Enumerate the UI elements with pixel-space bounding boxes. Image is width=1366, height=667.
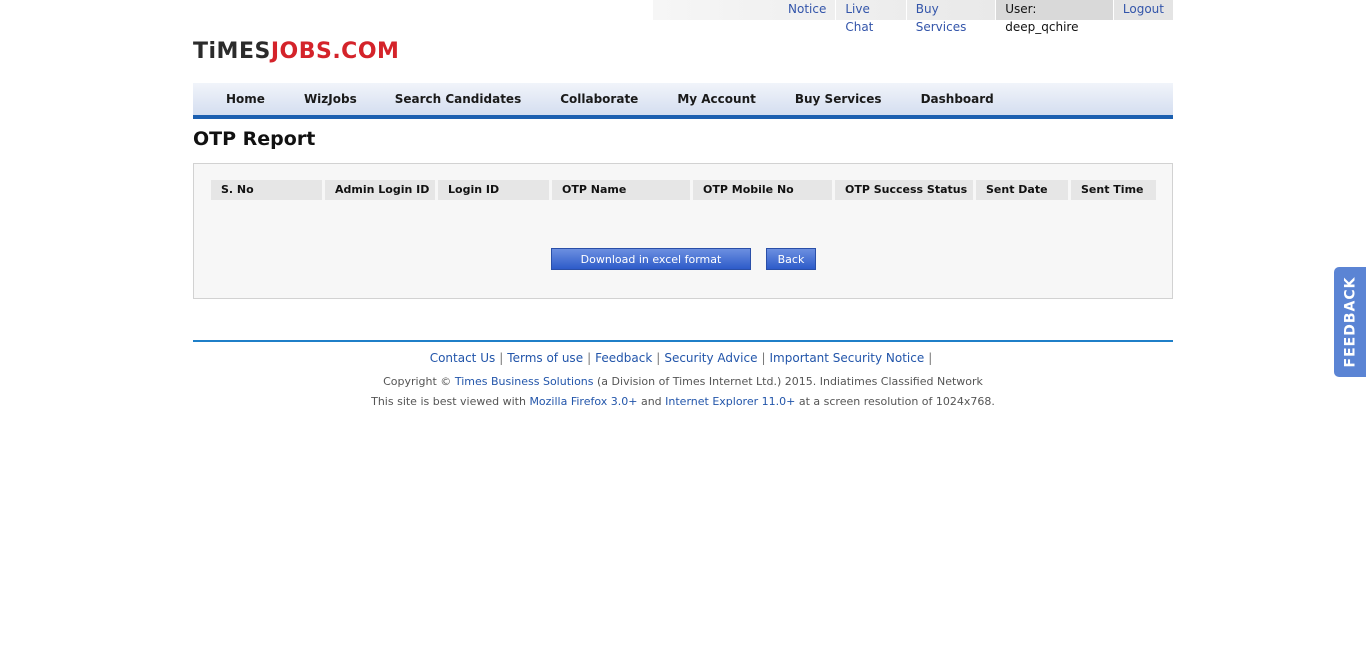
feedback-tab[interactable]: FEEDBACK <box>1334 267 1366 377</box>
download-excel-button[interactable]: Download in excel format <box>551 248 751 270</box>
footer-separator: | <box>499 351 504 365</box>
browser-note-suffix: at a screen resolution of 1024x768. <box>795 395 995 408</box>
back-button[interactable]: Back <box>766 248 816 270</box>
footer-important-security-notice[interactable]: Important Security Notice <box>770 351 925 365</box>
nav-collaborate[interactable]: Collaborate <box>521 83 638 115</box>
col-otp-name: OTP Name <box>552 180 690 200</box>
nav-wizjobs[interactable]: WizJobs <box>265 83 357 115</box>
footer-browser-note: This site is best viewed with Mozilla Fi… <box>193 395 1173 408</box>
top-utility-bar: Notice Live Chat Buy Services User: deep… <box>653 0 1173 34</box>
col-login-id: Login ID <box>438 180 549 200</box>
notice-link[interactable]: Notice <box>779 0 837 20</box>
copyright-suffix: (a Division of Times Internet Ltd.) 2015… <box>593 375 983 388</box>
footer-security-advice[interactable]: Security Advice <box>664 351 757 365</box>
footer-separator: | <box>656 351 661 365</box>
col-sent-date: Sent Date <box>976 180 1068 200</box>
footer-feedback[interactable]: Feedback <box>595 351 652 365</box>
footer-copyright: Copyright © Times Business Solutions (a … <box>193 375 1173 388</box>
feedback-tab-label: FEEDBACK <box>1342 276 1359 368</box>
firefox-link[interactable]: Mozilla Firefox 3.0+ <box>529 395 637 408</box>
nav-my-account[interactable]: My Account <box>638 83 756 115</box>
browser-note-prefix: This site is best viewed with <box>371 395 530 408</box>
footer-separator: | <box>761 351 766 365</box>
otp-report-panel: S. No Admin Login ID Login ID OTP Name O… <box>193 163 1173 299</box>
logout-link[interactable]: Logout <box>1113 0 1173 20</box>
nav-buy-services[interactable]: Buy Services <box>756 83 882 115</box>
footer-divider <box>193 340 1173 342</box>
times-business-solutions-link[interactable]: Times Business Solutions <box>455 375 594 388</box>
nav-dashboard[interactable]: Dashboard <box>882 83 994 115</box>
logo-part-times: TiMES <box>193 39 271 64</box>
footer-links: Contact Us | Terms of use | Feedback | Securit… <box>193 351 1173 365</box>
timesjobs-logo[interactable]: TiMESJOBS.COM <box>193 37 399 67</box>
footer-separator: | <box>928 351 933 365</box>
nav-search-candidates[interactable]: Search Candidates <box>357 83 522 115</box>
nav-home[interactable]: Home <box>193 83 265 115</box>
footer-contact-us[interactable]: Contact Us <box>430 351 496 365</box>
internet-explorer-link[interactable]: Internet Explorer 11.0+ <box>665 395 795 408</box>
footer-separator: | <box>587 351 592 365</box>
buy-services-top-link[interactable]: Buy Services <box>907 0 997 34</box>
page-title: OTP Report <box>193 128 316 150</box>
logo-part-jobs: JOBS.COM <box>270 39 400 64</box>
col-otp-mobile-no: OTP Mobile No <box>693 180 832 200</box>
footer-terms-of-use[interactable]: Terms of use <box>507 351 583 365</box>
col-sent-time: Sent Time <box>1071 180 1156 200</box>
copyright-prefix: Copyright © <box>383 375 455 388</box>
live-chat-link[interactable]: Live Chat <box>836 0 907 34</box>
browser-note-mid: and <box>637 395 666 408</box>
table-header-row: S. No Admin Login ID Login ID OTP Name O… <box>211 180 1156 200</box>
col-admin-login-id: Admin Login ID <box>325 180 435 200</box>
main-nav: Home WizJobs Search Candidates Collabora… <box>193 83 1173 119</box>
user-label: User: deep_qchire <box>996 0 1114 34</box>
col-s-no: S. No <box>211 180 322 200</box>
col-otp-success-status: OTP Success Status <box>835 180 973 200</box>
